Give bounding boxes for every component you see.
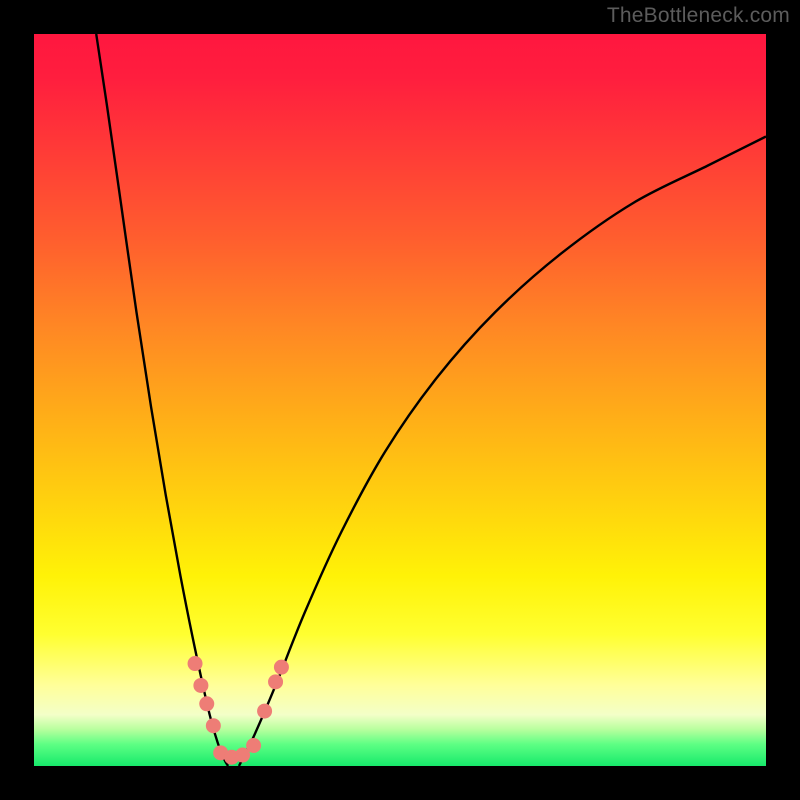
left-branch-marker [199,696,214,711]
curves-svg [34,34,766,766]
chart-frame: TheBottleneck.com [0,0,800,800]
watermark-text: TheBottleneck.com [607,4,790,28]
right-branch-marker [268,674,283,689]
curve-right-branch [239,136,766,766]
left-branch-marker [206,718,221,733]
right-branch-marker [274,660,289,675]
curve-left-branch [96,34,228,766]
right-branch-marker [257,704,272,719]
valley-marker [246,738,261,753]
left-branch-marker [188,656,203,671]
left-branch-marker [193,678,208,693]
plot-area [34,34,766,766]
